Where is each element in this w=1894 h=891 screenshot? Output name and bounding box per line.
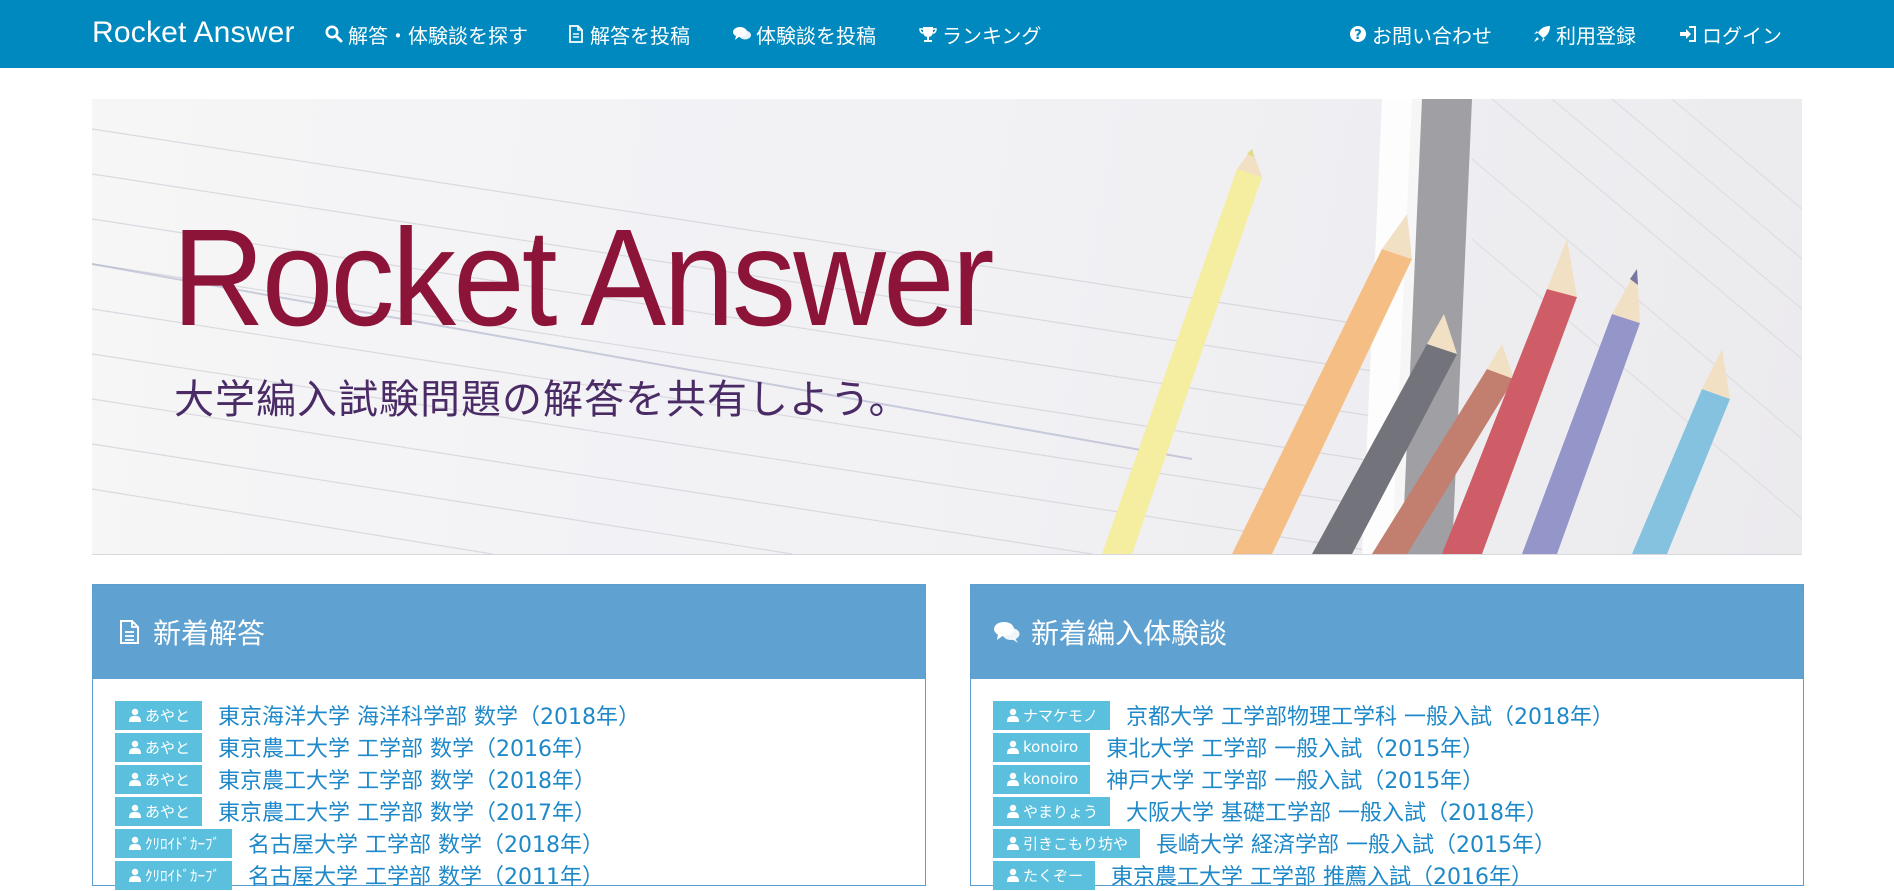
list-item: あやと 東京農工大学 工学部 数学（2017年） [115, 795, 925, 827]
user-badge[interactable]: ナマケモノ [993, 700, 1111, 730]
user-icon [129, 868, 141, 882]
list-item: やまりょう 大阪大学 基礎工学部 一般入試（2018年） [993, 795, 1803, 827]
svg-text:?: ? [1354, 28, 1362, 43]
nav-login-label: ログイン [1702, 23, 1782, 48]
list-item: 引きこもり坊や 長崎大学 経済学部 一般入試（2015年） [993, 827, 1803, 859]
user-name: やまりょう [1023, 802, 1099, 821]
list-item: あやと 東京海洋大学 海洋科学部 数学（2018年） [115, 699, 925, 731]
brand-logo-link[interactable]: Rocket Answer [92, 16, 295, 50]
user-name: あやと [145, 770, 191, 789]
user-icon [129, 772, 141, 786]
nav-ranking-link[interactable]: ランキング [918, 20, 1041, 48]
rocket-icon [1532, 24, 1552, 44]
user-name: あやと [145, 802, 191, 821]
new-answers-panel-header: 新着解答 [93, 585, 925, 679]
user-name: 引きこもり坊や [1023, 834, 1129, 853]
user-icon [129, 836, 141, 850]
user-name: ｸﾘﾛｲﾄﾞｶｰﾌﾞ [145, 866, 221, 885]
user-badge[interactable]: ｸﾘﾛｲﾄﾞｶｰﾌﾞ [115, 828, 233, 858]
nav-post-answer-link[interactable]: 解答を投稿 [566, 20, 690, 48]
answer-link[interactable]: 名古屋大学 工学部 数学（2011年） [248, 859, 604, 891]
user-icon [1007, 708, 1019, 722]
new-answers-title: 新着解答 [153, 617, 266, 650]
new-experiences-title: 新着編入体験談 [1031, 617, 1228, 650]
answer-link[interactable]: 東京農工大学 工学部 数学（2017年） [218, 795, 596, 827]
experience-link[interactable]: 東京農工大学 工学部 推薦入試（2016年） [1111, 859, 1533, 891]
new-answers-panel: 新着解答 あやと 東京海洋大学 海洋科学部 数学（2018年） あやと 東京農工… [92, 584, 926, 890]
user-name: あやと [145, 738, 191, 757]
nav-search-label: 解答・体験談を探す [348, 23, 528, 48]
trophy-icon [918, 24, 938, 44]
search-icon [324, 24, 344, 44]
experience-link[interactable]: 東北大学 工学部 一般入試（2015年） [1106, 731, 1484, 763]
nav-post-answer-label: 解答を投稿 [590, 23, 690, 48]
answer-link[interactable]: 東京農工大学 工学部 数学（2018年） [218, 763, 596, 795]
file-text-icon [115, 618, 143, 646]
user-name: ｸﾘﾛｲﾄﾞｶｰﾌﾞ [145, 834, 221, 853]
user-badge[interactable]: やまりょう [993, 796, 1111, 826]
user-badge[interactable]: あやと [115, 764, 203, 794]
user-icon [1007, 772, 1019, 786]
experience-link[interactable]: 大阪大学 基礎工学部 一般入試（2018年） [1126, 795, 1548, 827]
user-icon [129, 708, 141, 722]
user-badge[interactable]: あやと [115, 796, 203, 826]
nav-post-experience-link[interactable]: 体験談を投稿 [732, 20, 876, 48]
list-item: ｸﾘﾛｲﾄﾞｶｰﾌﾞ 名古屋大学 工学部 数学（2011年） [115, 859, 925, 891]
answer-link[interactable]: 東京農工大学 工学部 数学（2016年） [218, 731, 596, 763]
nav-contact-label: お問い合わせ [1372, 23, 1492, 48]
experience-link[interactable]: 京都大学 工学部物理工学科 一般入試（2018年） [1126, 699, 1614, 731]
user-badge[interactable]: あやと [115, 700, 203, 730]
experience-link[interactable]: 神戸大学 工学部 一般入試（2015年） [1106, 763, 1484, 795]
user-badge[interactable]: konoiro [993, 764, 1091, 794]
nav-search-link[interactable]: 解答・体験談を探す [324, 20, 528, 48]
user-badge[interactable]: 引きこもり坊や [993, 828, 1141, 858]
hero-subtitle: 大学編入試験問題の解答を共有しよう。 [174, 377, 910, 423]
answer-link[interactable]: 名古屋大学 工学部 数学（2018年） [248, 827, 604, 859]
top-navbar: Rocket Answer 解答・体験談を探す 解答を投稿 体験談を投稿 ランキ… [0, 0, 1894, 68]
user-badge[interactable]: konoiro [993, 732, 1091, 762]
user-name: konoiro [1023, 770, 1079, 788]
user-name: konoiro [1023, 738, 1079, 756]
list-item: konoiro 神戸大学 工学部 一般入試（2015年） [993, 763, 1803, 795]
list-item: あやと 東京農工大学 工学部 数学（2018年） [115, 763, 925, 795]
list-item: ｸﾘﾛｲﾄﾞｶｰﾌﾞ 名古屋大学 工学部 数学（2018年） [115, 827, 925, 859]
new-experiences-panel-header: 新着編入体験談 [971, 585, 1803, 679]
user-name: たくぞー [1023, 866, 1084, 885]
sign-in-icon [1678, 24, 1698, 44]
question-circle-icon: ? [1348, 24, 1368, 44]
user-icon [1007, 836, 1019, 850]
nav-register-label: 利用登録 [1556, 23, 1636, 48]
comments-icon [732, 24, 752, 44]
new-experiences-panel: 新着編入体験談 ナマケモノ 京都大学 工学部物理工学科 一般入試（2018年） … [970, 584, 1804, 890]
user-icon [1007, 740, 1019, 754]
list-item: たくぞー 東京農工大学 工学部 推薦入試（2016年） [993, 859, 1803, 891]
comments-icon [993, 618, 1021, 646]
list-item: ナマケモノ 京都大学 工学部物理工学科 一般入試（2018年） [993, 699, 1803, 731]
user-icon [1007, 868, 1019, 882]
user-icon [1007, 804, 1019, 818]
nav-register-link[interactable]: 利用登録 [1532, 20, 1636, 48]
user-name: ナマケモノ [1023, 706, 1099, 725]
nav-post-experience-label: 体験談を投稿 [756, 23, 876, 48]
user-badge[interactable]: ｸﾘﾛｲﾄﾞｶｰﾌﾞ [115, 860, 233, 890]
user-badge[interactable]: たくぞー [993, 860, 1096, 890]
nav-login-link[interactable]: ログイン [1678, 20, 1782, 48]
answer-link[interactable]: 東京海洋大学 海洋科学部 数学（2018年） [218, 699, 640, 731]
nav-ranking-label: ランキング [942, 23, 1042, 48]
nav-contact-link[interactable]: ? お問い合わせ [1348, 20, 1492, 48]
user-icon [129, 804, 141, 818]
file-icon [566, 24, 586, 44]
list-item: konoiro 東北大学 工学部 一般入試（2015年） [993, 731, 1803, 763]
user-icon [129, 740, 141, 754]
hero-banner: Rocket Answer 大学編入試験問題の解答を共有しよう。 [92, 99, 1802, 555]
list-item: あやと 東京農工大学 工学部 数学（2016年） [115, 731, 925, 763]
user-badge[interactable]: あやと [115, 732, 203, 762]
experience-link[interactable]: 長崎大学 経済学部 一般入試（2015年） [1156, 827, 1556, 859]
user-name: あやと [145, 706, 191, 725]
hero-title: Rocket Answer [172, 201, 994, 355]
